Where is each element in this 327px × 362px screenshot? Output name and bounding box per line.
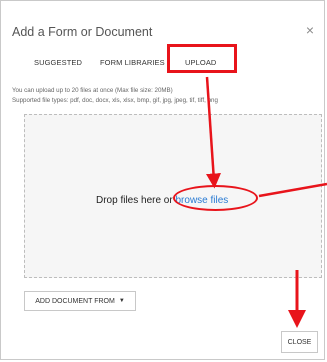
upload-tab-highlight [167,44,237,73]
add-form-dialog: Add a Form or Document × SUGGESTED FORM … [0,0,325,360]
upload-limit-text: You can upload up to 20 files at once (M… [12,87,173,94]
chevron-down-icon: ▼ [118,298,125,304]
close-icon[interactable]: × [306,23,314,37]
browse-files-highlight [173,185,258,211]
upload-info: You can upload up to 20 files at once (M… [12,86,218,106]
drop-files-label: Drop files here or [96,195,176,206]
tab-suggested[interactable]: SUGGESTED [34,58,82,67]
supported-types-text: Supported file types: pdf, doc, docx, xl… [12,97,218,104]
add-document-from-button[interactable]: ADD DOCUMENT FROM ▼ [24,291,136,311]
tab-bar: SUGGESTED FORM LIBRARIES UPLOAD [1,58,324,74]
close-button[interactable]: CLOSE [281,331,318,353]
add-document-label: ADD DOCUMENT FROM [35,297,115,305]
dialog-title: Add a Form or Document [12,25,153,39]
tab-form-libraries[interactable]: FORM LIBRARIES [100,58,165,67]
